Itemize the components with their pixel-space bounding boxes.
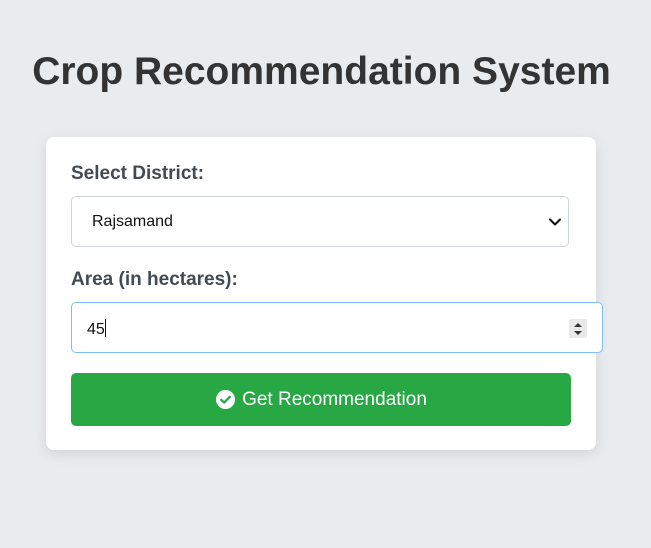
page: Crop Recommendation System Select Distri… bbox=[0, 0, 651, 548]
area-label: Area (in hectares): bbox=[71, 269, 238, 290]
district-select[interactable]: Rajsamand bbox=[71, 196, 569, 247]
get-recommendation-button[interactable]: Get Recommendation bbox=[71, 373, 571, 426]
area-value-text: 45 bbox=[87, 321, 105, 338]
district-selected-value: Rajsamand bbox=[92, 213, 173, 230]
step-up-icon[interactable] bbox=[573, 322, 583, 328]
number-stepper[interactable] bbox=[569, 319, 587, 338]
district-label: Select District: bbox=[71, 163, 205, 184]
form-card: Select District: Rajsamand Area (in hect… bbox=[46, 137, 603, 450]
area-input[interactable]: 45 bbox=[71, 302, 603, 353]
text-caret bbox=[104, 319, 106, 337]
check-circle-icon bbox=[216, 389, 236, 410]
get-recommendation-label: Get Recommendation bbox=[242, 388, 427, 410]
step-down-icon[interactable] bbox=[573, 330, 583, 336]
area-input-value: 45 bbox=[87, 319, 106, 339]
page-title: Crop Recommendation System bbox=[32, 50, 611, 93]
chevron-down-icon bbox=[549, 218, 561, 226]
